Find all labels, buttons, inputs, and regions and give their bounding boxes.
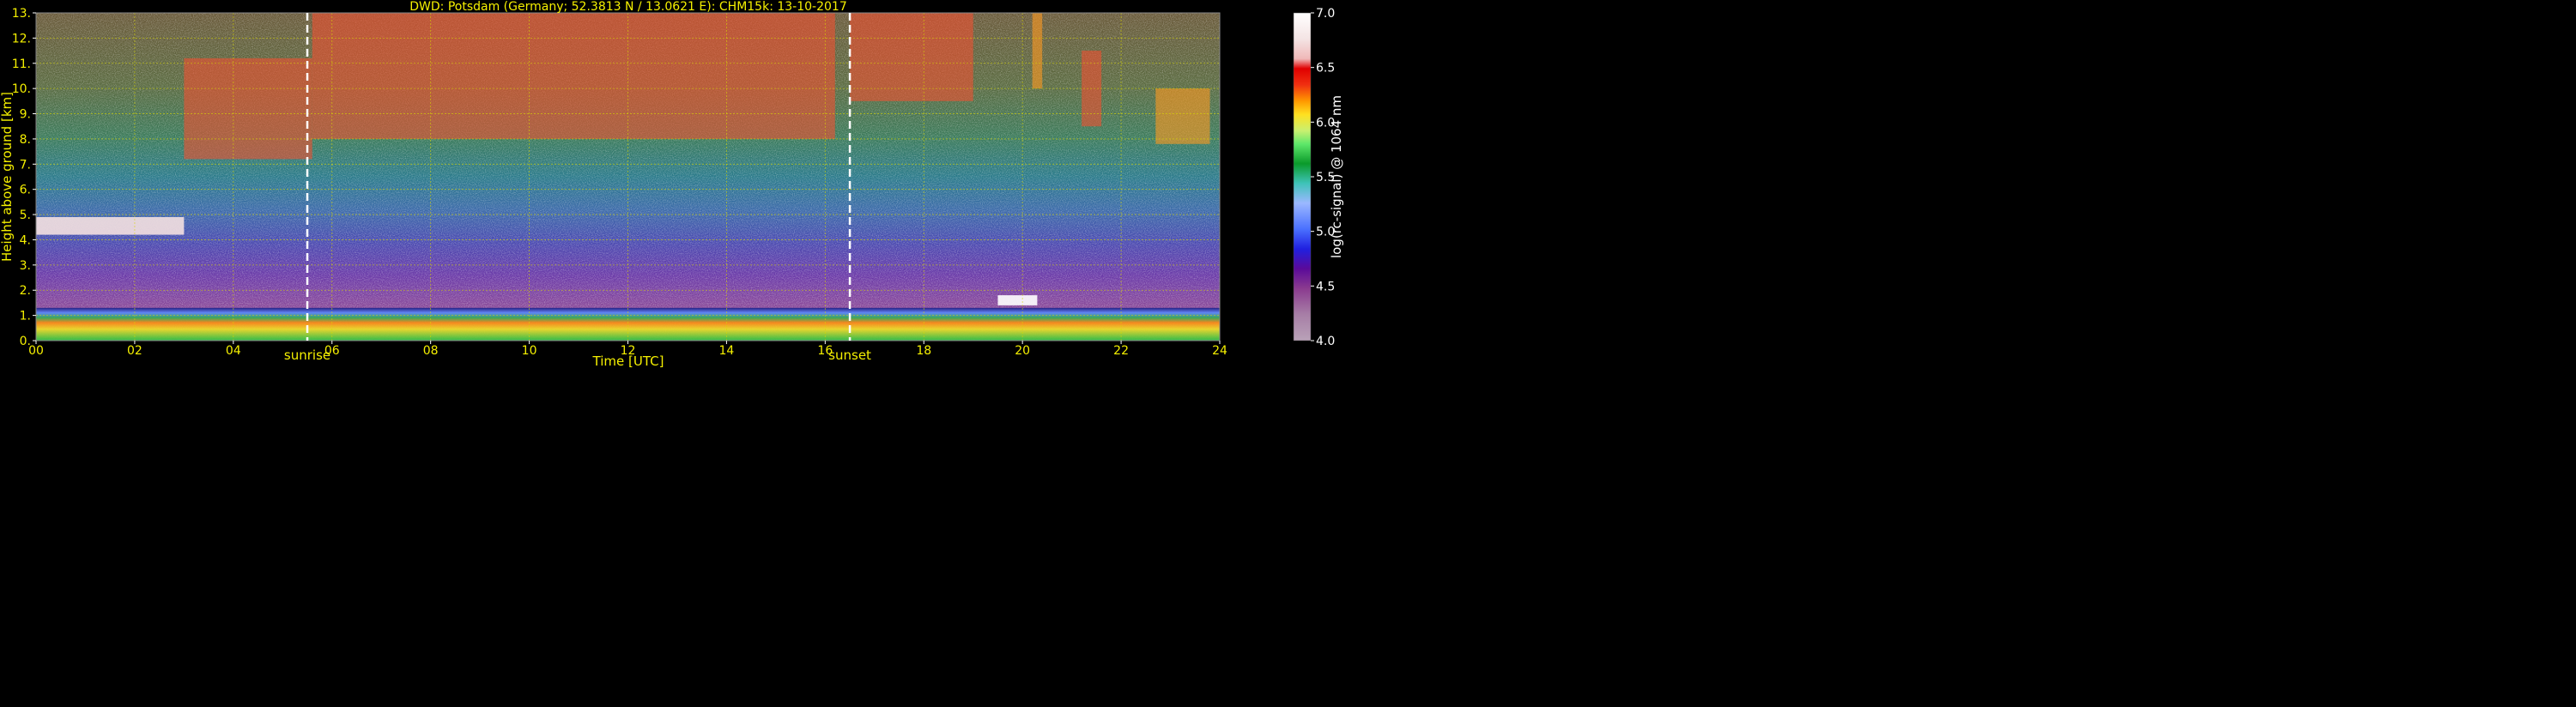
y-tick-label-8: 8.: [20, 133, 31, 147]
chart-title: DWD: Potsdam (Germany; 52.3813 N / 13.06…: [409, 0, 846, 14]
y-tick-label-5: 5.: [20, 208, 31, 222]
y-tick-label-6: 6.: [20, 184, 31, 197]
y-tick-label-3: 3.: [20, 259, 31, 273]
plot-area: [36, 13, 1220, 341]
x-tick-label-14: 14: [719, 344, 735, 358]
y-tick-label-4: 4.: [20, 233, 31, 247]
sunset-label: sunset: [828, 347, 871, 363]
x-tick-label-06: 06: [324, 344, 340, 358]
colorbar-tick-4.5: 4.5: [1316, 280, 1335, 293]
colorbar-label: log(rc-signal) @ 1064 nm: [1329, 95, 1344, 258]
x-tick-label-18: 18: [916, 344, 931, 358]
colorbar-gradient: [1293, 12, 1312, 341]
x-tick-label-02: 02: [127, 344, 142, 358]
data-layer-cirrus-4: [850, 13, 973, 101]
x-axis-label: Time [UTC]: [592, 354, 664, 369]
data-layer-low-cloud-8: [997, 295, 1038, 305]
colorbar-tick-6.5: 6.5: [1316, 62, 1335, 76]
colorbar-tick-4.0: 4.0: [1316, 335, 1335, 348]
y-tick-label-0: 0.: [20, 335, 31, 348]
x-tick-label-10: 10: [522, 344, 537, 358]
x-tick-label-16: 16: [817, 344, 833, 358]
x-tick-label-20: 20: [1015, 344, 1030, 358]
x-tick-label-24: 24: [1212, 344, 1227, 358]
y-tick-label-10: 10.: [12, 82, 31, 96]
y-tick-label-12: 12.: [12, 32, 31, 45]
colorbar: 4.04.55.05.56.06.57.0 log(rc-signal) @ 1…: [1293, 7, 1344, 348]
y-tick-label-2: 2.: [20, 284, 31, 298]
ceilometer-chart: sunrise sunset 00 02 04 06 08 10 12 14 16 18 20 22 24…: [0, 0, 1344, 369]
data-layer-cirrus-2: [184, 57, 312, 160]
data-layer-cloud-1: [36, 217, 185, 235]
y-axis-label: Height above ground [km]: [0, 92, 15, 262]
y-tick-label-13: 13.: [12, 7, 31, 21]
y-tick-label-7: 7.: [20, 158, 31, 172]
x-tick-label-22: 22: [1113, 344, 1129, 358]
data-layer-cirrus-5: [1032, 13, 1043, 89]
colorbar-tick-7.0: 7.0: [1316, 7, 1335, 21]
x-tick-label-04: 04: [226, 344, 241, 358]
data-layer-cirrus-7: [1155, 88, 1210, 144]
y-tick-label-9: 9.: [20, 108, 31, 122]
y-tick-label-1: 1.: [20, 310, 31, 323]
y-tick-label-11: 11.: [12, 57, 31, 71]
x-tick-label-08: 08: [423, 344, 439, 358]
data-layer-cirrus-3: [312, 13, 835, 139]
